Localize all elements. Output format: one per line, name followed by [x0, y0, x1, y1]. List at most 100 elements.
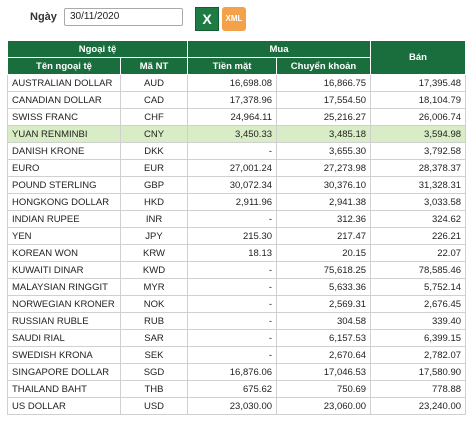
- table-row: THAILAND BAHT THB 675.62 750.69 778.88: [7, 380, 467, 398]
- transfer-buy-cell: 2,670.64: [276, 346, 372, 364]
- table-row: KOREAN WON KRW 18.13 20.15 22.07: [7, 244, 467, 262]
- table-row: YUAN RENMINBI CNY 3,450.33 3,485.18 3,594.98: [7, 125, 467, 143]
- transfer-buy-cell: 3,655.30: [276, 142, 372, 160]
- transfer-buy-cell: 23,060.00: [276, 397, 372, 415]
- currency-name-cell: DANISH KRONE: [7, 142, 121, 160]
- currency-code-cell: AUD: [119, 74, 189, 92]
- transfer-buy-cell: 25,216.27: [276, 108, 372, 126]
- sell-cell: 17,580.90: [370, 363, 467, 381]
- currency-code-cell: HKD: [119, 193, 189, 211]
- table-row: EURO EUR 27,001.24 27,273.98 28,378.37: [7, 159, 467, 177]
- currency-code-cell: DKK: [119, 142, 189, 160]
- table-row: SWEDISH KRONA SEK -2,670.64 2,782.07: [7, 346, 467, 364]
- table-row: SWISS FRANC CHF 24,964.11 25,216.27 26,006.7…: [7, 108, 467, 126]
- xml-export-button[interactable]: XML: [222, 7, 246, 31]
- currency-name-cell: SAUDI RIAL: [7, 329, 121, 347]
- currency-name-cell: MALAYSIAN RINGGIT: [7, 278, 121, 296]
- currency-code-cell: SAR: [119, 329, 189, 347]
- cash-buy-cell: -: [187, 346, 278, 364]
- currency-name-cell: POUND STERLING: [7, 176, 121, 194]
- transfer-buy-header: Chuyển khoản: [276, 57, 372, 75]
- exchange-rate-table: Ngoại tệ Mua Bán Tên ngoại tệ Mã NT Tiền…: [6, 40, 467, 415]
- table-row: INDIAN RUPEE INR -312.36 324.62: [7, 210, 467, 228]
- table-row: RUSSIAN RUBLE RUB -304.58 339.40: [7, 312, 467, 330]
- sell-cell: 778.88: [370, 380, 467, 398]
- currency-name-cell: YEN: [7, 227, 121, 245]
- transfer-buy-cell: 312.36: [276, 210, 372, 228]
- cash-buy-cell: 23,030.00: [187, 397, 278, 415]
- currency-name-cell: THAILAND BAHT: [7, 380, 121, 398]
- currency-code-cell: THB: [119, 380, 189, 398]
- sell-cell: 339.40: [370, 312, 467, 330]
- table-row: AUSTRALIAN DOLLAR AUD 16,698.08 16,866.75 17…: [7, 74, 467, 92]
- transfer-buy-cell: 5,633.36: [276, 278, 372, 296]
- cash-buy-cell: 3,450.33: [187, 125, 278, 143]
- transfer-buy-cell: 16,866.75: [276, 74, 372, 92]
- sell-cell: 18,104.79: [370, 91, 467, 109]
- transfer-buy-cell: 17,046.53: [276, 363, 372, 381]
- cash-buy-cell: -: [187, 261, 278, 279]
- currency-code-cell: GBP: [119, 176, 189, 194]
- table-row: HONGKONG DOLLAR HKD 2,911.96 2,941.38 3,033.…: [7, 193, 467, 211]
- currency-name-cell: US DOLLAR: [7, 397, 121, 415]
- sell-cell: 26,006.74: [370, 108, 467, 126]
- filter-bar: Ngày X XML: [0, 0, 474, 38]
- currency-code-cell: KWD: [119, 261, 189, 279]
- cash-buy-cell: -: [187, 312, 278, 330]
- currency-name-cell: HONGKONG DOLLAR: [7, 193, 121, 211]
- currency-name-cell: CANADIAN DOLLAR: [7, 91, 121, 109]
- currency-name-cell: KUWAITI DINAR: [7, 261, 121, 279]
- cash-buy-cell: -: [187, 142, 278, 160]
- sell-cell: 3,792.58: [370, 142, 467, 160]
- date-label: Ngày: [30, 11, 57, 23]
- sell-cell: 31,328.31: [370, 176, 467, 194]
- cash-buy-cell: 30,072.34: [187, 176, 278, 194]
- cash-buy-cell: -: [187, 295, 278, 313]
- cash-buy-cell: 2,911.96: [187, 193, 278, 211]
- sell-cell: 5,752.14: [370, 278, 467, 296]
- currency-code-cell: INR: [119, 210, 189, 228]
- transfer-buy-cell: 2,569.31: [276, 295, 372, 313]
- sell-cell: 226.21: [370, 227, 467, 245]
- currency-name-cell: INDIAN RUPEE: [7, 210, 121, 228]
- table-body: AUSTRALIAN DOLLAR AUD 16,698.08 16,866.75 17…: [7, 74, 467, 415]
- table-row: NORWEGIAN KRONER NOK -2,569.31 2,676.45: [7, 295, 467, 313]
- transfer-buy-cell: 30,376.10: [276, 176, 372, 194]
- currency-name-cell: NORWEGIAN KRONER: [7, 295, 121, 313]
- cash-buy-cell: 24,964.11: [187, 108, 278, 126]
- date-input[interactable]: [64, 8, 183, 26]
- table-row: DANISH KRONE DKK -3,655.30 3,792.58: [7, 142, 467, 160]
- sell-cell: 17,395.48: [370, 74, 467, 92]
- table-row: MALAYSIAN RINGGIT MYR -5,633.36 5,752.14: [7, 278, 467, 296]
- cash-buy-cell: 16,876.06: [187, 363, 278, 381]
- currency-name-cell: SWEDISH KRONA: [7, 346, 121, 364]
- transfer-buy-cell: 304.58: [276, 312, 372, 330]
- transfer-buy-cell: 217.47: [276, 227, 372, 245]
- currency-code-cell: CNY: [119, 125, 189, 143]
- sell-cell: 22.07: [370, 244, 467, 262]
- currency-code-cell: CHF: [119, 108, 189, 126]
- currency-name-cell: RUSSIAN RUBLE: [7, 312, 121, 330]
- currency-code-cell: USD: [119, 397, 189, 415]
- transfer-buy-cell: 20.15: [276, 244, 372, 262]
- currency-code-cell: RUB: [119, 312, 189, 330]
- currency-name-cell: KOREAN WON: [7, 244, 121, 262]
- cash-buy-cell: 675.62: [187, 380, 278, 398]
- sell-cell: 324.62: [370, 210, 467, 228]
- sell-cell: 2,782.07: [370, 346, 467, 364]
- sell-cell: 23,240.00: [370, 397, 467, 415]
- currency-name-cell: EURO: [7, 159, 121, 177]
- excel-export-button[interactable]: X: [195, 7, 219, 31]
- sell-cell: 6,399.15: [370, 329, 467, 347]
- transfer-buy-cell: 750.69: [276, 380, 372, 398]
- sell-cell: 2,676.45: [370, 295, 467, 313]
- currency-group-header: Ngoại tệ: [6, 40, 189, 58]
- transfer-buy-cell: 27,273.98: [276, 159, 372, 177]
- currency-code-header: Mã NT: [119, 57, 189, 75]
- cash-buy-cell: 17,378.96: [187, 91, 278, 109]
- buy-group-header: Mua: [187, 40, 372, 58]
- sell-cell: 78,585.46: [370, 261, 467, 279]
- table-row: POUND STERLING GBP 30,072.34 30,376.10 31,32…: [7, 176, 467, 194]
- currency-code-cell: SEK: [119, 346, 189, 364]
- cash-buy-cell: 215.30: [187, 227, 278, 245]
